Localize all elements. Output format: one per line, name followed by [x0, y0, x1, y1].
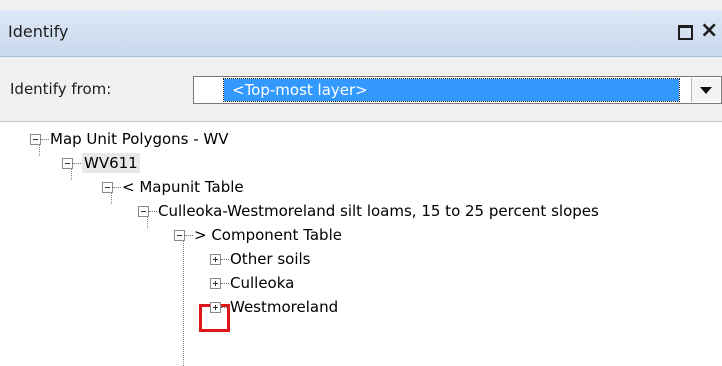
tree-connector: [73, 163, 81, 164]
tree-node-label: Westmoreland: [230, 298, 339, 316]
restore-button[interactable]: [674, 20, 696, 42]
tree-node-label: Culleoka: [230, 274, 295, 292]
tree-connector: [221, 259, 229, 260]
identify-window: Identify × Identify from: <Top-most laye…: [0, 0, 722, 366]
expand-icon[interactable]: [210, 254, 221, 265]
results-tree: Map Unit Polygons - WV WV611 < Mapunit T…: [0, 122, 722, 366]
tree-node-label: Map Unit Polygons - WV: [50, 130, 229, 148]
tree-node-label: WV611: [82, 153, 140, 173]
tree-connector: [185, 235, 193, 236]
tree-node-label: > Component Table: [194, 226, 342, 244]
tree-connector: [41, 139, 49, 140]
tree-node-label: Other soils: [230, 250, 311, 268]
tree-connector: [221, 307, 229, 308]
collapse-icon[interactable]: [174, 230, 185, 241]
title-bar[interactable]: Identify ×: [0, 10, 722, 57]
collapse-icon[interactable]: [102, 182, 113, 193]
tree-node-label: Culleoka-Westmoreland silt loams, 15 to …: [158, 202, 599, 220]
identify-toolbar: Identify from: <Top-most layer>: [0, 57, 722, 122]
expand-icon[interactable]: [210, 302, 221, 313]
close-button[interactable]: ×: [700, 20, 722, 42]
restore-icon: [678, 25, 693, 40]
chevron-down-icon[interactable]: [691, 78, 720, 102]
collapse-icon[interactable]: [138, 206, 149, 217]
tree-connector: [149, 211, 157, 212]
identify-from-dropdown[interactable]: <Top-most layer>: [193, 76, 722, 104]
collapse-icon[interactable]: [30, 134, 41, 145]
window-title: Identify: [8, 22, 69, 41]
tree-connector: [183, 236, 184, 366]
collapse-icon[interactable]: [62, 158, 73, 169]
close-icon: ×: [700, 18, 719, 43]
identify-from-value: <Top-most layer>: [223, 78, 680, 102]
tree-node-label: < Mapunit Table: [122, 178, 244, 196]
tree-connector: [221, 283, 229, 284]
expand-icon[interactable]: [210, 278, 221, 289]
tree-connector: [113, 187, 121, 188]
identify-from-label: Identify from:: [10, 80, 112, 98]
